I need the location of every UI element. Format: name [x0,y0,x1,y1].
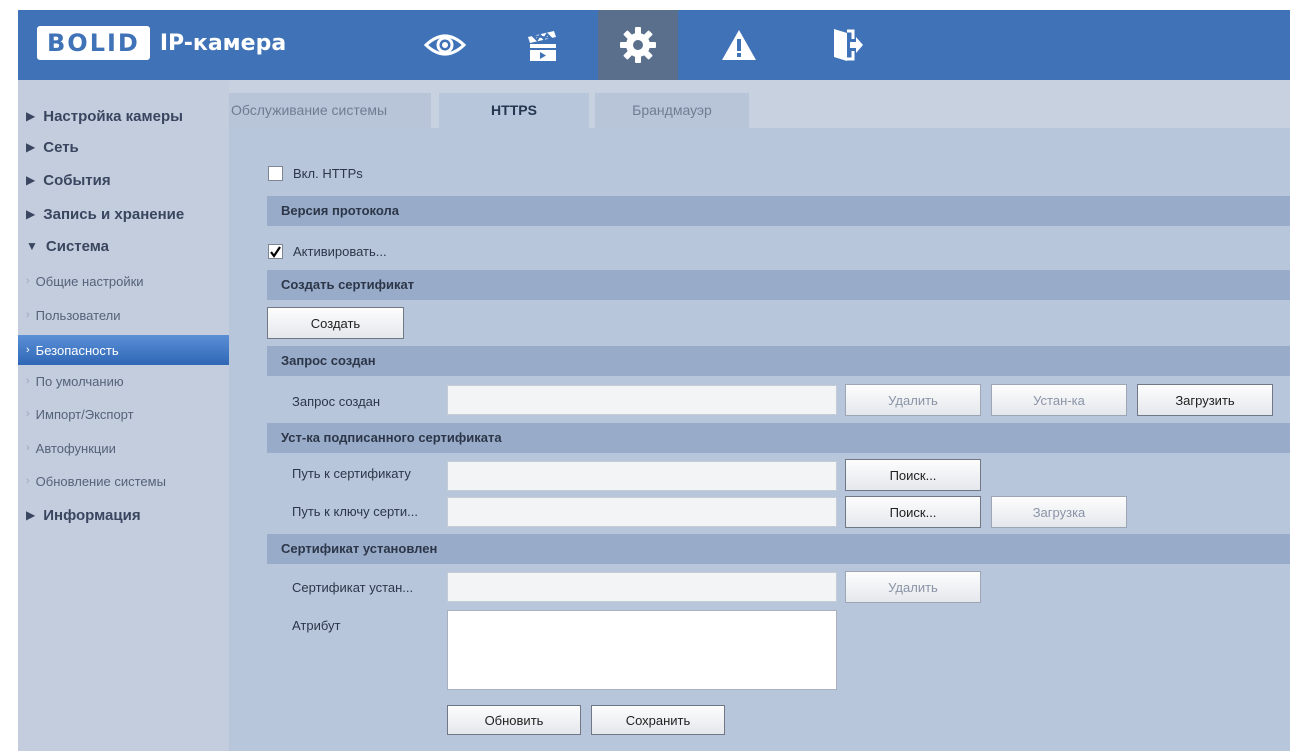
chevron-right-icon: › [26,275,30,287]
nav-playback[interactable] [507,10,577,80]
chevron-right-icon: › [26,344,30,356]
sidebar-item-label: Автофункции [35,440,116,456]
sidebar-item-default[interactable]: › По умолчанию [18,366,237,396]
checkbox[interactable] [268,165,283,181]
sidebar-item-label: Запись и хранение [43,205,185,223]
checkbox[interactable] [268,243,283,259]
sidebar-item-general[interactable]: › Общие настройки [18,266,237,296]
sidebar-item-label: Импорт/Экспорт [35,406,134,422]
activate-checkbox[interactable]: Активировать... [268,242,387,260]
chevron-right-icon: › [26,475,30,487]
sidebar-item-label: Настройка камеры [43,107,183,125]
clapperboard-icon [528,31,556,61]
sidebar-item-label: Система [45,237,110,255]
logout-icon [834,29,863,61]
sidebar-item-label: События [43,171,111,189]
nav-alarm[interactable] [704,10,774,80]
tab-firewall[interactable]: Брандмауэр [595,93,749,128]
section-protocol-version: Версия протокола [267,196,1290,226]
tab-maintenance[interactable]: Обслуживание системы [229,93,431,128]
warning-icon [722,30,756,60]
section-certificate-installed: Сертификат установлен [267,534,1290,564]
sidebar-item-events[interactable]: ▶ События [18,165,237,195]
cert-path-field[interactable] [447,461,837,491]
browse-cert-button[interactable]: Поиск... [845,459,981,491]
download-button[interactable]: Загрузить [1137,384,1273,416]
tab-bar: Обслуживание системы HTTPS Брандмауэр [229,80,1290,128]
sidebar-item-label: По умолчанию [35,373,124,389]
save-button[interactable]: Сохранить [591,705,725,735]
enable-https-checkbox[interactable]: Вкл. HTTPs [268,164,363,182]
cert-path-label: Путь к сертификату [292,466,411,481]
nav-logout[interactable] [812,10,882,80]
sidebar-item-auto[interactable]: › Автофункции [18,433,237,463]
nav-setup[interactable] [598,10,678,80]
sidebar: ▶ Настройка камеры ▶ Сеть ▶ События ▶ За… [18,80,237,751]
sidebar-item-label: Информация [43,506,141,524]
triangle-right-icon: ▶ [26,109,36,123]
logo-brand: BOLID [37,26,150,60]
delete-installed-button[interactable]: Удалить [845,571,981,603]
section-create-certificate: Создать сертификат [267,270,1290,300]
chevron-right-icon: › [26,442,30,454]
checkbox-label: Вкл. HTTPs [293,165,363,181]
sidebar-item-users[interactable]: › Пользователи [18,300,237,330]
eye-icon [424,34,466,56]
checkbox-label: Активировать... [293,243,387,259]
sidebar-item-record-storage[interactable]: ▶ Запись и хранение [18,199,237,229]
sidebar-item-import-export[interactable]: › Импорт/Экспорт [18,399,237,429]
chevron-right-icon: › [26,408,30,420]
chevron-right-icon: › [26,309,30,321]
key-path-label: Путь к ключу серти... [292,504,418,519]
delete-request-button[interactable]: Удалить [845,384,981,416]
checkmark-icon [270,245,281,258]
section-signed-certificate: Уст-ка подписанного сертификата [267,423,1290,453]
tab-https[interactable]: HTTPS [439,93,589,128]
refresh-button[interactable]: Обновить [447,705,581,735]
browse-key-button[interactable]: Поиск... [845,496,981,528]
key-path-field[interactable] [447,497,837,527]
upload-button[interactable]: Загрузка [991,496,1127,528]
triangle-down-icon: ▼ [26,239,38,253]
main-content: Обслуживание системы HTTPS Брандмауэр Вк… [229,80,1290,751]
nav-live-view[interactable] [410,10,480,80]
section-request-created: Запрос создан [267,346,1290,376]
sidebar-item-label: Общие настройки [35,273,144,289]
chevron-right-icon: › [26,375,30,387]
triangle-right-icon: ▶ [26,207,36,221]
gear-icon [620,27,656,63]
logo: BOLID IP-камера [37,24,286,62]
sidebar-item-update[interactable]: › Обновление системы [18,466,237,496]
sidebar-item-security[interactable]: › Безопасность [18,335,237,365]
attribute-label: Атрибут [292,618,341,633]
request-label: Запрос создан [292,394,381,409]
sidebar-item-label: Безопасность [35,342,119,358]
installed-label: Сертификат устан... [292,580,414,595]
attribute-textarea[interactable] [447,610,837,690]
sidebar-item-camera-settings[interactable]: ▶ Настройка камеры [18,101,237,131]
request-field[interactable] [447,385,837,415]
sidebar-item-network[interactable]: ▶ Сеть [18,132,237,162]
sidebar-item-info[interactable]: ▶ Информация [18,500,237,530]
logo-title: IP-камера [159,30,287,56]
triangle-right-icon: ▶ [26,508,36,522]
top-header: BOLID IP-камера [18,10,1290,80]
sidebar-item-label: Сеть [43,138,79,156]
install-button[interactable]: Устан-ка [991,384,1127,416]
create-button[interactable]: Создать [267,307,404,339]
sidebar-item-label: Пользователи [35,307,121,323]
installed-field[interactable] [447,572,837,602]
triangle-right-icon: ▶ [26,140,36,154]
triangle-right-icon: ▶ [26,173,36,187]
sidebar-item-system[interactable]: ▼ Система [18,231,237,261]
sidebar-item-label: Обновление системы [35,473,166,489]
